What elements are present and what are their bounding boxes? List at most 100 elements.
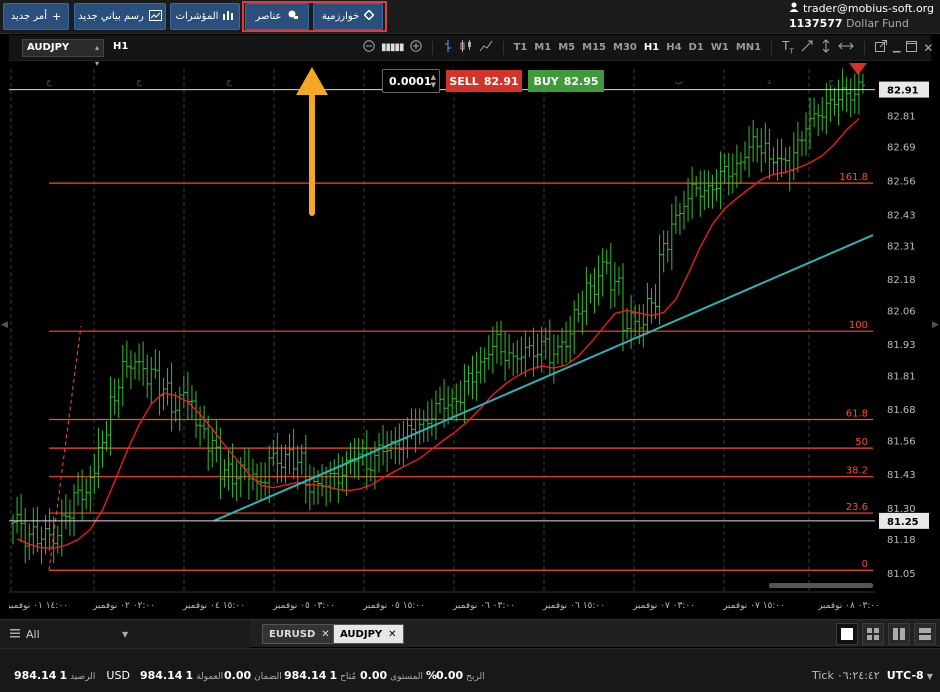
equity-prefix: 1 [185, 669, 194, 682]
minimize-icon[interactable]: ▁ [893, 42, 901, 53]
indicators-label: المؤشرات [175, 11, 219, 22]
fibonacci-levels[interactable]: 161.8 100 61.8 50 38.2 23.6 0 [48, 172, 873, 571]
price-tick-label: 81.05 [887, 569, 916, 580]
zoom-in-icon[interactable] [409, 40, 422, 55]
quantity-input[interactable]: 0.0001 ▲ ▼ [382, 69, 440, 93]
profit-value: 0.00 [436, 669, 464, 682]
fib-level-label: 0 [862, 559, 868, 570]
profit-label: الربح [466, 672, 485, 682]
balance-status: 984.14 1 الرصيد USD [14, 669, 130, 682]
list-icon [10, 628, 20, 641]
layout-rows-icon[interactable] [914, 623, 936, 645]
buy-price: 82.95 [563, 74, 599, 88]
layout-columns-icon[interactable] [888, 623, 910, 645]
horizontal-scrollbar[interactable] [769, 583, 873, 588]
diagonal-line-icon[interactable] [800, 39, 814, 56]
maximize-icon[interactable] [906, 40, 918, 55]
time-tick-label: ٠٣:٠٠ ٠٧ نوفمبر [632, 601, 695, 611]
margin-value: 0.00 [224, 669, 252, 682]
arrow-down-icon[interactable] [849, 63, 867, 75]
layout-single-icon[interactable] [836, 623, 858, 645]
sell-label: SELL [449, 74, 479, 88]
new-order-button[interactable]: أمر جديد + [3, 3, 69, 30]
tick-label: Tick [812, 669, 834, 682]
buy-label: BUY [533, 74, 559, 88]
timeframe-m1[interactable]: M1 [534, 42, 551, 53]
free-status: 984.14 1 مُتاح [284, 669, 356, 682]
tab-eurusd[interactable]: EURUSD ✕ [262, 624, 337, 644]
left-collapse-icon[interactable]: ◀ [1, 320, 9, 338]
new-chart-button[interactable]: رسم بياني جديد [74, 3, 166, 30]
layout-buttons [836, 623, 936, 645]
quantity-value: 0.0001 [389, 74, 432, 88]
currency-value: USD [106, 669, 130, 682]
close-icon[interactable]: ✕ [923, 41, 933, 55]
stepper-icon[interactable]: ▲ ▼ [431, 73, 436, 89]
account-email[interactable]: trader@mobius-soft.org [803, 2, 934, 15]
day-marker-label: ج [46, 77, 52, 87]
bar-type-icon[interactable] [443, 39, 453, 56]
price-chart[interactable]: 161.810061.85038.223.60 82.8182.6982.568… [9, 61, 931, 618]
timeframe-mn1[interactable]: MN1 [736, 42, 761, 53]
margin-status: 0.00 الضمان [224, 669, 282, 682]
day-marker-label: ج [828, 77, 834, 87]
symbol-select[interactable]: AUDJPY ▴ ▾ [22, 39, 104, 68]
timeframe-m15[interactable]: M15 [582, 42, 606, 53]
timeframe-h1[interactable]: H1 [644, 42, 659, 53]
chevron-down-icon[interactable]: ▼ [927, 672, 933, 681]
separator [771, 40, 773, 55]
timeframe-d1[interactable]: D1 [689, 42, 704, 53]
timeframe-m30[interactable]: M30 [613, 42, 637, 53]
level-status: 0.00 المستوى % [360, 669, 437, 682]
fib-level-label: 61.8 [846, 409, 868, 420]
horizontal-expand-icon[interactable] [838, 40, 854, 55]
day-marker-label: ج [226, 77, 232, 87]
vertical-expand-icon[interactable] [820, 39, 832, 56]
equity-label: العمولة [196, 672, 224, 682]
price-tick-label: 82.18 [887, 275, 916, 286]
time-tick-label: ٠٣:٠٠ ٠٨ نوفمبر [817, 601, 880, 611]
balance-prefix: 1 [59, 669, 68, 682]
filter-select[interactable]: All ▼ [0, 620, 250, 648]
price-tick-label: 81.43 [887, 470, 916, 481]
time-tick-label: ١٥:٠٠ ٠٥ نوفمبر [362, 601, 425, 611]
free-value: 984.14 [284, 669, 327, 682]
sell-button[interactable]: SELL 82.91 [446, 70, 522, 92]
fib-level-label: 50 [855, 437, 868, 448]
timezone-value[interactable]: UTC-8 [887, 669, 924, 682]
price-tick-label: 82.43 [887, 210, 916, 221]
time-tick-label: ١٥:٠٠ ٠٧ نوفمبر [722, 601, 785, 611]
price-bars [11, 64, 865, 564]
layout-grid-icon[interactable] [862, 623, 884, 645]
zoom-out-icon[interactable] [363, 40, 375, 55]
font-size-icon[interactable]: TT [782, 39, 794, 55]
buy-button[interactable]: BUY 82.95 [528, 70, 604, 92]
right-collapse-icon[interactable]: ▶ [932, 320, 940, 338]
fib-level-label: 23.6 [846, 502, 868, 513]
timeframe-t1[interactable]: T1 [514, 42, 528, 53]
timeframe-w1[interactable]: W1 [711, 42, 729, 53]
popout-icon[interactable] [874, 40, 887, 55]
price-tick-label: 82.31 [887, 241, 916, 252]
profit-status: 0.00 الربح [436, 669, 485, 682]
zoom-slider-icon[interactable]: ▮▮▮▮▮ [381, 42, 404, 53]
price-tick-label: 81.68 [887, 405, 916, 416]
order-bar: 0.0001 ▲ ▼ SELL 82.91 BUY 82.95 [382, 69, 604, 93]
close-icon[interactable]: ✕ [321, 629, 329, 640]
separator [502, 40, 504, 55]
tab-audjpy[interactable]: AUDJPY ✕ [333, 624, 404, 644]
main-toolbar: أمر جديد + رسم بياني جديد المؤشرات عناصر… [0, 0, 940, 34]
timeframe-label: H1 [113, 41, 129, 52]
symbol-value: AUDJPY [27, 42, 70, 53]
indicators-button[interactable]: المؤشرات [170, 3, 240, 30]
timeframe-h4[interactable]: H4 [666, 42, 681, 53]
candle-type-icon[interactable] [459, 39, 473, 56]
fib-level-label: 100 [849, 320, 868, 331]
free-label: مُتاح [340, 672, 357, 682]
timeframe-m5[interactable]: M5 [558, 42, 575, 53]
margin-label: الضمان [254, 672, 282, 682]
day-marker-label: د [767, 77, 771, 87]
line-type-icon[interactable] [479, 39, 493, 56]
tab-label: AUDJPY [340, 628, 383, 640]
close-icon[interactable]: ✕ [388, 629, 396, 640]
